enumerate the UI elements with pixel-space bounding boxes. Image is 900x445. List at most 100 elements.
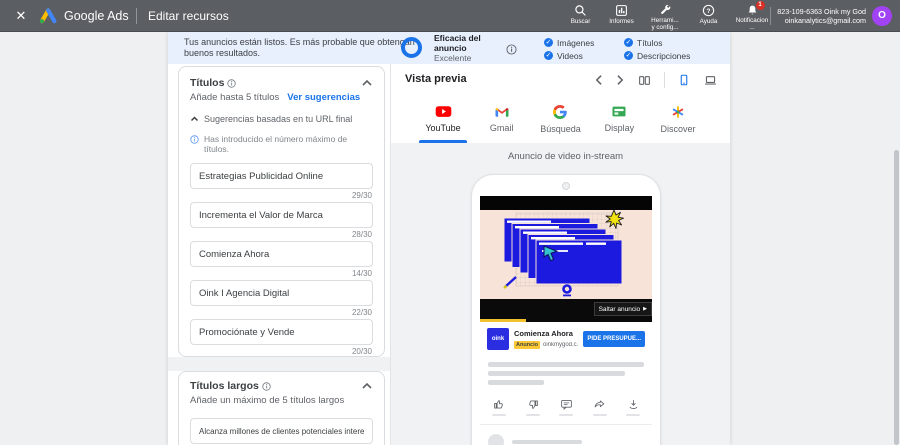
youtube-icon [435,106,451,117]
google-ads-edit-resources-screen: ✕ Google Ads Editar recursos Buscar Info… [0,0,900,445]
download-icon [629,400,637,410]
action-label [626,414,640,416]
desktop-view-button[interactable] [703,74,718,87]
preview-channel-tabs: YouTube Gmail Búsqueda Display Discover [419,95,702,143]
title-input-3[interactable] [191,242,372,266]
long-titles-card: Títulos largos Añade un máximo de 5 títu… [178,371,385,445]
phone-camera [562,182,570,190]
divider [664,72,665,88]
title-field-4: 22/30 [190,280,373,319]
assets-form-column: Títulos Añade hasta 5 títulos Ver sugeren… [168,64,390,445]
info-icon [262,381,271,391]
advertiser-logo: oink [487,328,509,350]
account-name: 823-109-6363 Oink my God [777,7,866,16]
tab-gmail[interactable]: Gmail [478,95,526,143]
phone-icon [680,74,688,86]
like-button[interactable] [492,398,506,416]
see-suggestions-link[interactable]: Ver sugerencias [287,92,360,103]
close-button[interactable]: ✕ [10,0,32,32]
brand-name: Google Ads [64,9,129,23]
phone-mockup: Saltar anuncio ▶ oink Comienza Ahora Anu… [471,174,661,445]
title-input-2[interactable] [191,203,372,227]
info-icon[interactable] [506,42,517,55]
reports-nav-button[interactable]: Informes [601,0,642,32]
ad-strength-gauge [401,37,422,58]
title-input-4[interactable] [191,281,372,305]
check-icon [624,51,633,60]
title-field-3: 14/30 [190,241,373,280]
notifications-label-line2: ... [749,24,755,32]
check-icon [544,51,553,60]
dislike-button[interactable] [525,398,540,416]
account-info[interactable]: 823-109-6363 Oink my God oinkanalytics@g… [776,7,866,25]
google-g-icon [553,105,568,119]
svg-text:?: ? [707,8,711,15]
chevron-right-icon [617,75,624,85]
grid-view-button[interactable] [638,74,651,87]
avatar[interactable]: O [872,6,892,26]
search-nav-button[interactable]: Buscar [560,0,601,32]
previous-preview-button[interactable] [594,74,603,86]
tab-display[interactable]: Display [595,95,643,143]
status-bar [480,196,652,210]
next-preview-button[interactable] [616,74,625,86]
url-suggestions-toggle[interactable]: Sugerencias basadas en tu URL final [190,114,373,124]
tools-label-line2: y config... [651,24,679,32]
tab-discover[interactable]: Discover [654,95,702,143]
ad-strength: Eficacia del anuncio Excelente [434,33,498,63]
check-item-titles: Títulos [624,36,704,49]
video-control-bar: Saltar anuncio ▶ [480,299,652,322]
edit-resources-panel: Tus anuncios están listos. Es más probab… [168,32,730,445]
tab-search[interactable]: Búsqueda [536,95,585,143]
ad-url: oinkmygod.c... [543,341,579,348]
title-input-1[interactable] [191,164,372,188]
check-icon [624,38,633,47]
help-nav-button[interactable]: ? Ayuda [688,0,729,32]
video-ad-frame[interactable] [480,210,652,299]
ad-badge: Anuncio [514,340,540,349]
bell-icon: 1 [746,1,765,17]
titles-heading: Títulos [190,77,225,89]
check-item-images: Imágenes [544,36,624,49]
title-input-5[interactable] [191,320,372,344]
long-title-input-1[interactable] [191,419,372,443]
action-label [525,414,540,416]
skip-ad-button[interactable]: Saltar anuncio ▶ [593,302,652,316]
long-titles-subheading: Añade un máximo de 5 títulos largos [190,395,345,406]
char-count: 28/30 [351,230,372,239]
chevron-up-icon [190,116,199,122]
video-progress-bar[interactable] [480,319,527,322]
action-label [492,414,506,416]
help-label: Ayuda [699,18,718,25]
title-field-2: 28/30 [190,202,373,241]
download-button[interactable] [626,398,640,416]
reports-label: Informes [609,18,634,25]
char-count: 14/30 [351,269,372,278]
tab-youtube[interactable]: YouTube [419,95,467,143]
account-email: oinkanalytics@gmail.com [784,16,866,25]
video-frame-illustration [503,210,624,297]
page-title: Editar recursos [148,9,229,23]
help-icon: ? [702,3,715,18]
ad-strength-banner: Tus anuncios están listos. Es más probab… [168,32,730,64]
char-count: 22/30 [351,308,372,317]
video-action-bar [480,389,652,422]
chevron-left-icon [595,75,602,85]
asset-checklist: Imágenes Videos Títulos Descripciones [544,36,704,62]
preview-title: Vista previa [405,73,467,85]
avatar-placeholder [488,434,504,445]
collapse-titles-button[interactable] [361,78,373,88]
comment-button[interactable] [559,398,573,416]
long-titles-heading: Títulos largos [190,380,259,392]
collapse-long-titles-button[interactable] [361,381,373,391]
scrollbar[interactable] [894,150,899,445]
tools-settings-nav-button[interactable]: Herrami... y config... [642,0,688,32]
notifications-nav-button[interactable]: 1 Notificacion ... [729,0,775,32]
share-button[interactable] [592,398,607,416]
check-item-descriptions: Descripciones [624,49,704,62]
text-placeholder [512,439,582,445]
pencil-stroke [504,276,517,288]
cta-button[interactable]: PIDE PRESUPUE... [583,331,645,347]
section-gap [168,357,390,371]
mobile-view-button[interactable] [678,73,690,87]
